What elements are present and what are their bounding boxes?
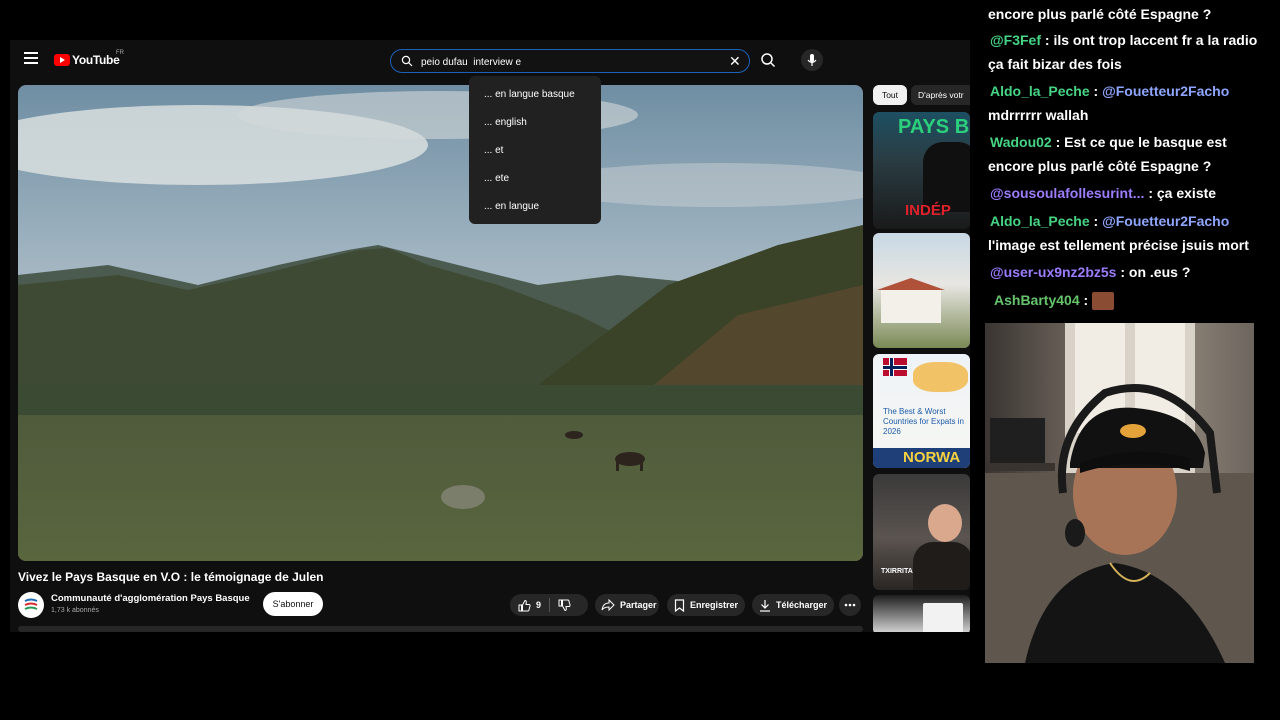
suggestion-item[interactable]: ... ete (469, 166, 601, 194)
subscriber-count: 1,73 k abonnés (51, 607, 99, 614)
chat-username[interactable]: Aldo_la_Peche (990, 213, 1090, 229)
thumbnail-caption: INDÉP (905, 202, 951, 219)
region-code: FR (116, 50, 124, 56)
chat-message: @user-ux9nz2bz5s : on .eus ? (988, 260, 1270, 284)
thumbs-up-icon[interactable] (518, 599, 531, 612)
chat-username[interactable]: Wadou02 (990, 134, 1052, 150)
recommended-thumbnail[interactable] (873, 233, 970, 348)
webcam-feed (985, 323, 1254, 663)
youtube-window: YouTube FR ✕ ... en langue basque ... en… (10, 40, 970, 632)
chat-message: AshBarty404 : (994, 288, 1276, 312)
chat-username[interactable]: @user-ux9nz2bz5s (990, 264, 1116, 280)
channel-logo-icon (24, 598, 38, 610)
save-label: Enregistrer (690, 600, 739, 610)
thumbnail-house (881, 288, 941, 323)
search-button-icon[interactable] (756, 49, 780, 71)
description-box[interactable] (18, 626, 863, 632)
suggestion-item[interactable]: ... english (469, 110, 601, 138)
more-horizontal-icon (844, 603, 856, 607)
webcam-scene (985, 323, 1254, 663)
youtube-logo[interactable]: YouTube (54, 53, 120, 67)
chat-username[interactable]: AshBarty404 (994, 292, 1080, 308)
suggestion-item[interactable]: ... en langue (469, 194, 601, 222)
suggestion-item[interactable]: ... en langue basque (469, 82, 601, 110)
youtube-play-icon (54, 54, 70, 66)
chat-username[interactable]: @F3Fef (990, 32, 1041, 48)
recommended-thumbnail[interactable]: The Best & Worst Countries for Expats in… (873, 354, 970, 468)
chat-username[interactable]: Aldo_la_Peche (990, 83, 1090, 99)
save-button[interactable]: Enregistrer (667, 594, 745, 616)
chat-mention[interactable]: @Fouetteur2Facho (1102, 83, 1229, 99)
thumbnail-title-text: PAYS B (898, 116, 970, 138)
chip-related[interactable]: D'après votr (911, 85, 970, 105)
thumbnail-roof (877, 278, 945, 290)
recommended-thumbnail[interactable]: TXIRRITA (873, 474, 970, 590)
thumbnail-caption: The Best & Worst Countries for Expats in… (883, 407, 964, 436)
hamburger-menu-icon[interactable] (24, 52, 38, 64)
chat-mention[interactable]: @Fouetteur2Facho (1102, 213, 1229, 229)
search-icon (401, 55, 413, 67)
stream-chat: encore plus parlé côté Espagne ? @F3Fef … (988, 0, 1278, 320)
chat-text: mdrrrrrr wallah (988, 107, 1089, 123)
share-button[interactable]: Partager (595, 594, 659, 616)
subscribe-button[interactable]: S'abonner (263, 592, 323, 616)
chip-all[interactable]: Tout (873, 85, 907, 105)
divider (549, 598, 551, 612)
like-count[interactable]: 9 (536, 600, 541, 610)
chat-text: encore plus parlé côté Espagne ? (988, 6, 1212, 22)
share-label: Partager (620, 600, 657, 610)
search-suggestions: ... en langue basque ... english ... et … (469, 76, 601, 224)
chat-username[interactable]: @sousoulafollesurint... (990, 185, 1144, 201)
thumbs-down-icon[interactable] (558, 599, 571, 612)
chat-text: : ça existe (1144, 185, 1217, 201)
emote-icon (1092, 292, 1115, 311)
chat-message: @sousoulafollesurint... : ça existe (988, 181, 1270, 205)
channel-name[interactable]: Communauté d'agglomération Pays Basque (51, 593, 250, 604)
thumbnail-chart (923, 603, 963, 632)
chat-message: Aldo_la_Peche : @Fouetteur2Facho l'image… (988, 213, 1249, 253)
like-dislike-group: 9 (510, 594, 588, 616)
chat-text: : (1079, 292, 1093, 308)
recommended-thumbnail[interactable]: PAYS B INDÉP (873, 112, 970, 229)
download-button[interactable]: Télécharger (752, 594, 834, 616)
search-box[interactable]: ✕ (390, 49, 750, 73)
recommended-thumbnail[interactable] (873, 595, 970, 632)
thumbnail-map (913, 362, 968, 392)
download-label: Télécharger (776, 600, 828, 610)
more-actions-button[interactable] (839, 594, 861, 616)
video-frame (18, 85, 863, 561)
chat-message: Wadou02 : Est ce que le basque est encor… (988, 130, 1270, 178)
bookmark-icon (674, 598, 685, 612)
chat-message: @F3Fef : ils ont trop laccent fr a la ra… (988, 28, 1270, 76)
thumbnail-person (928, 504, 962, 542)
logo-text: YouTube (72, 53, 120, 67)
chat-message: encore plus parlé côté Espagne ? (988, 2, 1270, 26)
chat-message: Aldo_la_Peche : @Fouetteur2Facho mdrrrrr… (988, 83, 1230, 123)
chat-text: : on .eus ? (1116, 264, 1191, 280)
search-input[interactable] (419, 53, 723, 71)
microphone-icon[interactable] (800, 49, 824, 71)
norway-flag-icon (883, 358, 907, 376)
suggestion-item[interactable]: ... et (469, 138, 601, 166)
channel-avatar[interactable] (18, 592, 44, 618)
download-icon (760, 599, 770, 612)
thumbnail-person-body (913, 542, 970, 590)
video-title: Vivez le Pays Basque en V.O : le témoign… (18, 570, 324, 584)
thumbnail-caption: NORWA (903, 449, 961, 466)
clear-search-icon[interactable]: ✕ (729, 54, 741, 68)
thumbnail-caption: TXIRRITA (881, 568, 913, 575)
video-player[interactable] (18, 85, 863, 561)
chat-text: l'image est tellement précise jsuis mort (988, 237, 1249, 253)
share-icon (601, 599, 615, 611)
